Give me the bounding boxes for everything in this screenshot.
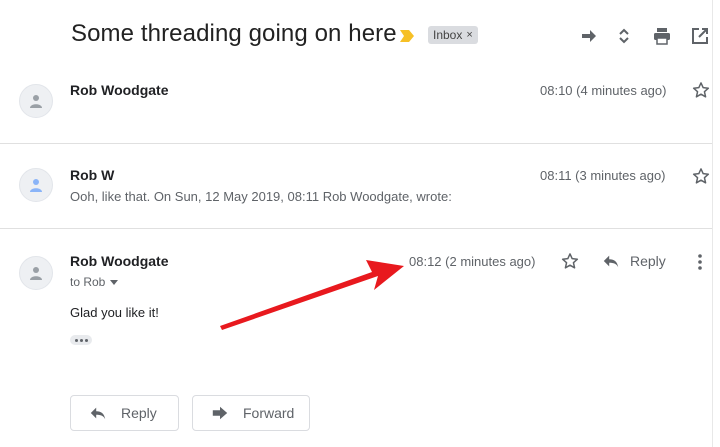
thread-subject: Some threading going on here xyxy=(71,20,397,47)
importance-marker-icon[interactable] xyxy=(400,29,414,42)
reply-button-label: Reply xyxy=(121,405,157,421)
avatar xyxy=(19,256,53,290)
avatar xyxy=(19,84,53,118)
label-chip-inbox[interactable]: Inbox × xyxy=(428,26,478,44)
reply-icon xyxy=(603,255,619,268)
print-icon[interactable] xyxy=(652,26,672,46)
message-sender: Rob Woodgate xyxy=(70,82,169,98)
message-time: 08:10 (4 minutes ago) xyxy=(540,83,667,98)
right-edge-divider xyxy=(712,0,713,447)
forward-all-icon[interactable] xyxy=(579,26,599,46)
label-chip-text: Inbox xyxy=(433,28,463,42)
message-sender: Rob Woodgate xyxy=(70,253,169,269)
message-snippet: Ooh, like that. On Sun, 12 May 2019, 08:… xyxy=(70,189,452,204)
annotation-arrow xyxy=(220,260,404,330)
message-divider xyxy=(0,228,713,229)
forward-button[interactable]: Forward xyxy=(192,395,310,431)
person-icon xyxy=(30,179,42,192)
forward-icon xyxy=(212,406,228,420)
chevron-down-icon xyxy=(110,280,119,285)
message-sender: Rob W xyxy=(70,167,115,183)
star-icon[interactable] xyxy=(692,81,710,99)
recipient-line: to Rob xyxy=(70,275,106,289)
person-icon xyxy=(30,95,42,108)
message-time: 08:12 (2 minutes ago) xyxy=(409,254,536,269)
avatar xyxy=(19,168,53,202)
message-time: 08:11 (3 minutes ago) xyxy=(540,168,666,183)
more-options-icon[interactable] xyxy=(697,252,703,272)
message-reply-label: Reply xyxy=(630,253,666,269)
message-divider xyxy=(0,143,713,144)
message-reply-button[interactable]: Reply xyxy=(602,252,666,270)
show-trimmed-content-button[interactable] xyxy=(70,335,92,345)
reply-icon xyxy=(90,407,106,420)
forward-button-label: Forward xyxy=(243,405,295,421)
message-body: Glad you like it! xyxy=(70,305,159,320)
open-new-window-icon[interactable] xyxy=(690,26,710,46)
recipient-details[interactable]: to Rob xyxy=(70,275,119,289)
remove-label-icon[interactable]: × xyxy=(466,26,472,44)
expand-all-icon[interactable] xyxy=(614,26,634,46)
person-icon xyxy=(30,267,42,280)
reply-button[interactable]: Reply xyxy=(70,395,179,431)
star-icon[interactable] xyxy=(692,167,710,185)
star-icon[interactable] xyxy=(561,252,579,270)
